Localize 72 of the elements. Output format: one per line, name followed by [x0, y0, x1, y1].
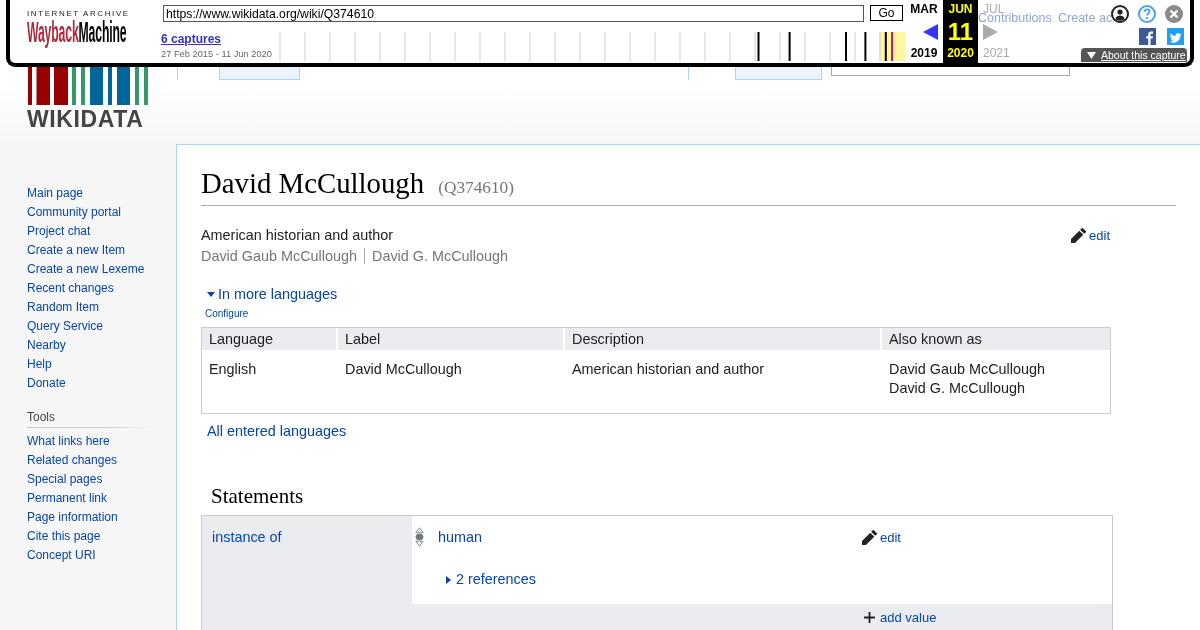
rank-selector-icon[interactable]	[415, 527, 424, 547]
month-column[interactable]: JUN 11 2020	[943, 0, 978, 63]
year-label: 2019	[910, 45, 938, 61]
sidebar-link[interactable]: Query Service	[27, 317, 104, 336]
facebook-icon[interactable]	[1139, 28, 1156, 45]
barcode-logo-drawing[interactable]	[27, 67, 148, 105]
item-description: American historian and author	[201, 226, 394, 245]
column-header: Description	[565, 328, 882, 350]
go-button[interactable]: Go	[870, 5, 903, 21]
table-cell-text: David Gaub McCullough David G. McCullough	[888, 360, 1046, 398]
close-icon[interactable]	[1165, 5, 1183, 23]
column-header: Label	[338, 328, 565, 350]
sidebar-link[interactable]: Concept URI	[27, 546, 96, 565]
sidebar-link[interactable]: Cite this page	[27, 527, 101, 546]
edit-link[interactable]: edit	[862, 527, 901, 548]
sidebar-link[interactable]: Community portal	[27, 203, 122, 222]
references-toggle[interactable]: 2 references	[446, 569, 536, 590]
configure-link[interactable]: Configure	[205, 307, 249, 320]
sidebar-heading: Tools	[27, 408, 152, 428]
sidebar-link[interactable]: Main page	[27, 184, 84, 203]
day-number: 11	[947, 18, 974, 45]
twitter-icon[interactable]	[1167, 28, 1184, 45]
sidebar-link[interactable]: Donate	[27, 374, 66, 393]
sidebar-link[interactable]: Nearby	[27, 336, 66, 355]
alias-text: David G. McCullough	[364, 248, 508, 264]
value-link[interactable]: human	[438, 529, 482, 545]
sidebar-link[interactable]: Page information	[27, 508, 118, 527]
add-value-link[interactable]: add value	[864, 607, 937, 628]
expand-toggle[interactable]: In more languages	[207, 284, 338, 305]
sidebar-link[interactable]: Create a new Lexeme	[27, 260, 145, 279]
pencil-icon	[1071, 228, 1087, 243]
plus-icon	[864, 612, 875, 623]
left-arrow-icon[interactable]	[923, 23, 938, 40]
table-cell-text: David McCullough	[344, 360, 463, 379]
sidebar-link[interactable]: Help	[27, 355, 52, 374]
table-cell-text: English	[208, 360, 258, 379]
date-range-text: 27 Feb 2015 - 11 Jun 2020	[161, 48, 272, 60]
sidebar-link[interactable]: Project chat	[27, 222, 91, 241]
sidebar-link[interactable]: Random Item	[27, 298, 100, 317]
sidebar-link[interactable]: Related changes	[27, 451, 118, 470]
item-id: (Q374610)	[438, 178, 514, 197]
month-label[interactable]: JUN	[948, 0, 973, 18]
column-header: Also known as	[888, 330, 983, 349]
alias-text: David Gaub McCullough	[201, 247, 357, 266]
capture-timeline-drawing[interactable]	[278, 32, 905, 61]
pencil-icon	[862, 530, 877, 545]
captures-link[interactable]: 6 captures	[161, 32, 222, 46]
site-logo-text[interactable]: WIKIDATA	[27, 108, 144, 131]
wayback-logo-text[interactable]: WaybackMachine	[27, 18, 127, 47]
table-cell-text: American historian and author	[571, 360, 765, 379]
year-label: 2021	[983, 45, 1010, 61]
logo-caption: INTERNET ARCHIVE	[27, 9, 130, 19]
month-label[interactable]: MAR	[910, 0, 938, 18]
search-field[interactable]	[831, 67, 1070, 76]
sidebar-link[interactable]: Create a new Item	[27, 241, 126, 260]
section-heading: Statements	[211, 483, 304, 510]
page-title: David McCullough (Q374610)	[201, 145, 1176, 206]
sidebar-link[interactable]: What links here	[27, 432, 110, 451]
caret-down-icon	[1087, 51, 1096, 59]
column-header: Language	[202, 328, 338, 350]
url-field[interactable]: https://www.wikidata.org/wiki/Q374610	[163, 5, 864, 22]
sidebar-link[interactable]: Recent changes	[27, 279, 114, 298]
sidebar-link[interactable]: Special pages	[27, 470, 103, 489]
year-label: 2020	[947, 45, 974, 61]
property-link[interactable]: instance of	[212, 529, 282, 545]
sidebar-link[interactable]: Permanent link	[27, 489, 108, 508]
help-icon[interactable]	[1138, 5, 1156, 23]
about-capture-button[interactable]: About this capture	[1081, 48, 1187, 62]
faded-text: Create ac	[1058, 11, 1113, 26]
edit-link[interactable]: edit	[1071, 225, 1110, 246]
all-languages-link[interactable]: All entered languages	[207, 421, 347, 442]
user-icon[interactable]	[1111, 5, 1129, 23]
